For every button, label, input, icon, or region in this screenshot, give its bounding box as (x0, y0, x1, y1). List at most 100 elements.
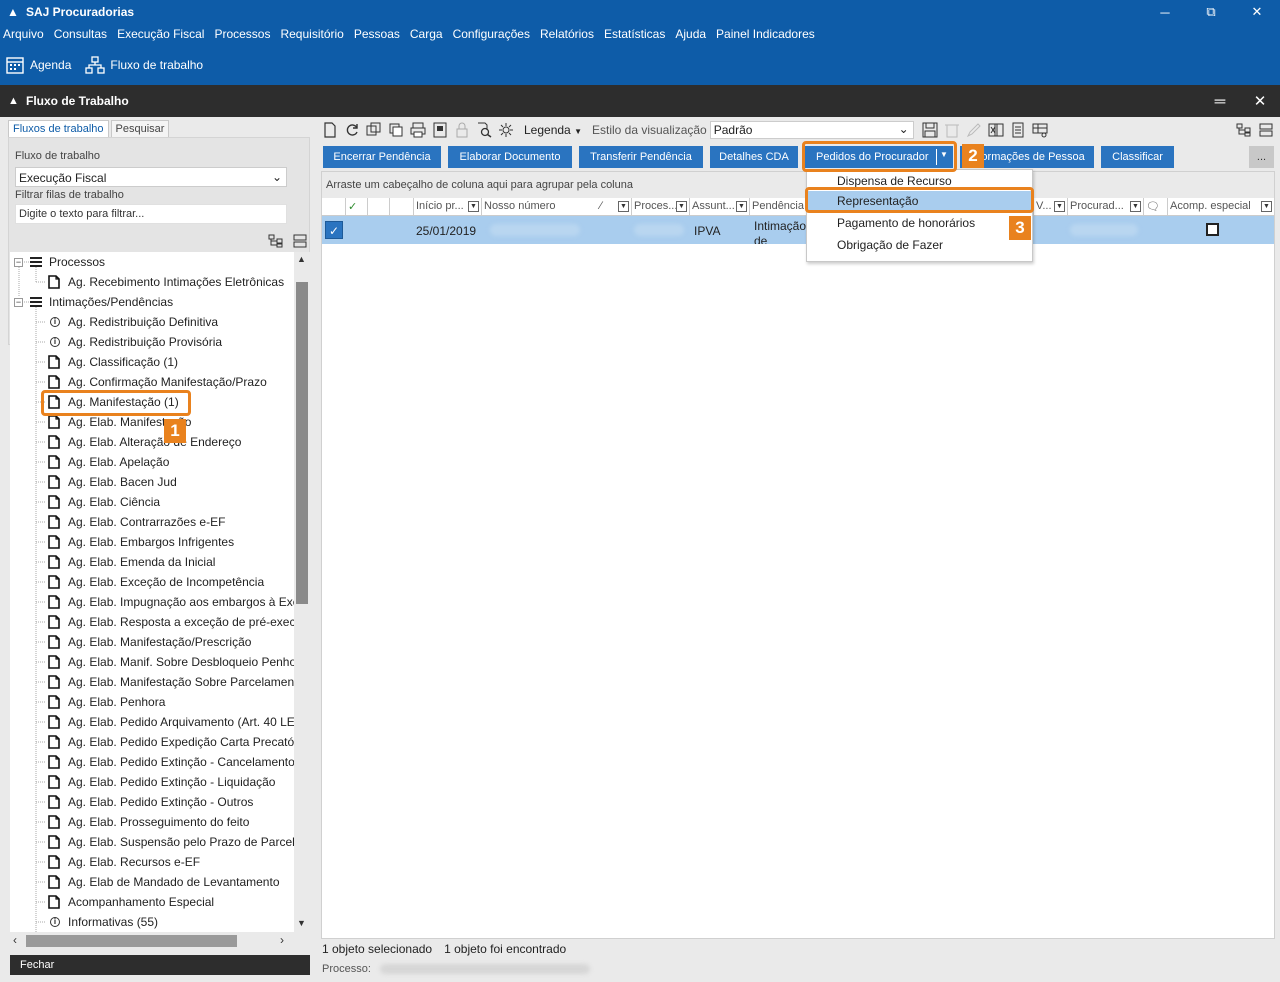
tree-leaf-item[interactable]: Acompanhamento Especial (10, 892, 294, 912)
scroll-up-icon[interactable]: ▲ (297, 254, 306, 264)
header-blank-2[interactable] (390, 198, 414, 216)
tree-leaf-item[interactable]: Ag. Elab. Penhora (10, 692, 294, 712)
classificar-button[interactable]: Classificar (1101, 146, 1174, 168)
new-document-icon[interactable] (322, 122, 338, 138)
menu-configuracoes[interactable]: Configurações (453, 27, 535, 41)
menu-painel-indicadores[interactable]: Painel Indicadores (716, 27, 820, 41)
search-document-icon[interactable] (476, 122, 492, 138)
scroll-left-icon[interactable]: ‹ (13, 933, 17, 947)
elaborar-documento-button[interactable]: Elaborar Documento (448, 146, 572, 168)
filter-dropdown-icon[interactable]: ▼ (618, 201, 629, 212)
menu-ajuda[interactable]: Ajuda (675, 27, 711, 41)
acomp-especial-checkbox[interactable] (1206, 223, 1219, 236)
inner-restore-button[interactable]: ═ (1200, 85, 1240, 117)
menu-consultas[interactable]: Consultas (54, 27, 112, 41)
tree-leaf-item[interactable]: Ag. Classificação (1) (10, 352, 294, 372)
tree-leaf-item[interactable]: Ag. Elab. Suspensão pelo Prazo de Parcel… (10, 832, 294, 852)
scroll-right-icon[interactable]: › (280, 933, 284, 947)
filtrar-input[interactable]: Digite o texto para filtrar... (15, 204, 287, 224)
tree-leaf-item[interactable]: Ag. Elab. Resposta a exceção de pré-exec… (10, 612, 294, 632)
tree-leaf-item[interactable]: i Informativas (55) (10, 912, 294, 932)
print-icon[interactable] (410, 122, 426, 138)
menu-item-pagamento-honorarios[interactable]: Pagamento de honorários (807, 213, 1032, 233)
header-assunto[interactable]: Assunt... ▼ (690, 198, 750, 216)
fluxo-trabalho-button[interactable]: Fluxo de trabalho (85, 55, 203, 75)
tree-leaf-item[interactable]: Ag. Elab. Exceção de Incompetência (10, 572, 294, 592)
tree-leaf-item[interactable]: Ag. Elab. Pedido Extinção - Cancelamento (10, 752, 294, 772)
agenda-button[interactable]: Agenda (5, 55, 71, 75)
tree-leaf-item[interactable]: Ag. Elab. Apelação (10, 452, 294, 472)
menu-item-obrigacao-fazer[interactable]: Obrigação de Fazer (807, 235, 1032, 255)
tree-horizontal-scrollbar[interactable]: ‹ › (10, 932, 294, 950)
row-checkbox[interactable]: ✓ (325, 221, 343, 239)
filter-dropdown-icon[interactable]: ▼ (1130, 201, 1141, 212)
menu-requisitorio[interactable]: Requisitório (280, 27, 348, 41)
scrollbar-thumb[interactable] (26, 935, 237, 947)
menu-arquivo[interactable]: Arquivo (3, 27, 49, 41)
header-processo[interactable]: Proces... ▼ (632, 198, 690, 216)
tree-leaf-item[interactable]: Ag. Elab de Mandado de Levantamento (10, 872, 294, 892)
tree-leaf-item[interactable]: Ag. Confirmação Manifestação/Prazo (10, 372, 294, 392)
expand-tree-icon[interactable] (268, 234, 284, 248)
tree-group-item[interactable]: − Processos (10, 252, 294, 272)
export-excel-icon[interactable] (988, 122, 1004, 138)
grid-settings-icon[interactable] (1032, 122, 1048, 138)
expand-tree-icon[interactable] (1236, 122, 1252, 138)
tree-vertical-scrollbar[interactable]: ▲ ▼ (294, 252, 310, 932)
tree-group-item[interactable]: − Intimações/Pendências (10, 292, 294, 312)
header-v[interactable]: V... ▼ (1034, 198, 1068, 216)
tree-leaf-item[interactable]: Ag. Elab. Pedido Extinção - Outros (10, 792, 294, 812)
header-blank-1[interactable] (368, 198, 390, 216)
tree-leaf-item[interactable]: Ag. Elab. Ciência (10, 492, 294, 512)
close-button[interactable]: ✕ (1234, 0, 1280, 24)
more-actions-button[interactable]: ... (1249, 146, 1274, 168)
tree-leaf-item[interactable]: Ag. Elab. Embargos Infrigentes (10, 532, 294, 552)
copy-icon[interactable] (366, 122, 382, 138)
tree-leaf-item[interactable]: Ag. Elab. Manifestação/Prescrição (10, 632, 294, 652)
tree-leaf-item[interactable]: Ag. Elab. Recursos e-EF (10, 852, 294, 872)
minimize-button[interactable]: ─ (1142, 0, 1188, 24)
tab-fluxos-de-trabalho[interactable]: Fluxos de trabalho (8, 120, 109, 138)
tree-leaf-item[interactable]: Ag. Elab. Pedido Expedição Carta Precató… (10, 732, 294, 752)
duplicate-icon[interactable] (388, 122, 404, 138)
tree-leaf-item[interactable]: Ag. Elab. Pedido Arquivamento (Art. 40 L… (10, 712, 294, 732)
collapse-tree-icon[interactable] (1258, 122, 1274, 138)
filter-dropdown-icon[interactable]: ▼ (1054, 201, 1065, 212)
tree-leaf-item[interactable]: i Ag. Redistribuição Definitiva (10, 312, 294, 332)
tree-leaf-item[interactable]: Ag. Elab. Impugnação aos embargos à Exec… (10, 592, 294, 612)
menu-processos[interactable]: Processos (214, 27, 275, 41)
menu-carga[interactable]: Carga (410, 27, 448, 41)
tab-pesquisar[interactable]: Pesquisar (110, 120, 170, 138)
scrollbar-thumb[interactable] (296, 282, 308, 604)
header-comment[interactable]: 🗨 (1144, 198, 1168, 216)
restore-button[interactable]: ⧉ (1188, 0, 1234, 24)
document-view-icon[interactable] (432, 122, 448, 138)
header-procurador[interactable]: Procurad... ▼ (1068, 198, 1144, 216)
tree-leaf-item[interactable]: Ag. Elab. Alteração de Endereço (10, 432, 294, 452)
menu-execucao-fiscal[interactable]: Execução Fiscal (117, 27, 209, 41)
filter-dropdown-icon[interactable]: ▼ (1261, 201, 1272, 212)
tree-leaf-item[interactable]: Ag. Elab. Manif. Sobre Desbloqueio Penho… (10, 652, 294, 672)
filter-dropdown-icon[interactable]: ▼ (736, 201, 747, 212)
header-inicio[interactable]: Início pr... ▼ (414, 198, 482, 216)
tree-leaf-item[interactable]: Ag. Elab. Manifestação Sobre Parcelament… (10, 672, 294, 692)
encerrar-pendencia-button[interactable]: Encerrar Pendência (323, 146, 441, 168)
menu-relatorios[interactable]: Relatórios (540, 27, 599, 41)
filter-dropdown-icon[interactable]: ▼ (676, 201, 687, 212)
tree-leaf-item[interactable]: Ag. Elab. Bacen Jud (10, 472, 294, 492)
tree-leaf-item[interactable]: Ag. Elab. Prosseguimento do feito (10, 812, 294, 832)
header-nosso-numero[interactable]: Nosso número ∕ ▼ (482, 198, 632, 216)
estilo-select[interactable]: Padrão ⌄ (709, 121, 914, 139)
header-acomp-especial[interactable]: Acomp. especial ▼ (1168, 198, 1274, 216)
scroll-down-icon[interactable]: ▼ (297, 918, 306, 928)
report-icon[interactable] (1010, 122, 1026, 138)
header-select[interactable] (322, 198, 346, 216)
tree-leaf-item[interactable]: Ag. Elab. Contrarrazões e-EF (10, 512, 294, 532)
legenda-dropdown[interactable]: Legenda ▼ (524, 123, 582, 137)
inner-close-button[interactable]: ✕ (1240, 85, 1280, 117)
table-row[interactable]: ✓ 25/01/2019 IPVA Intimação de despacho (322, 216, 1274, 244)
tree-leaf-item[interactable]: Ag. Elab. Pedido Extinção - Liquidação (10, 772, 294, 792)
transferir-pendencia-button[interactable]: Transferir Pendência (579, 146, 703, 168)
collapse-tree-icon[interactable] (292, 234, 308, 248)
detalhes-cda-button[interactable]: Detalhes CDA (710, 146, 798, 168)
